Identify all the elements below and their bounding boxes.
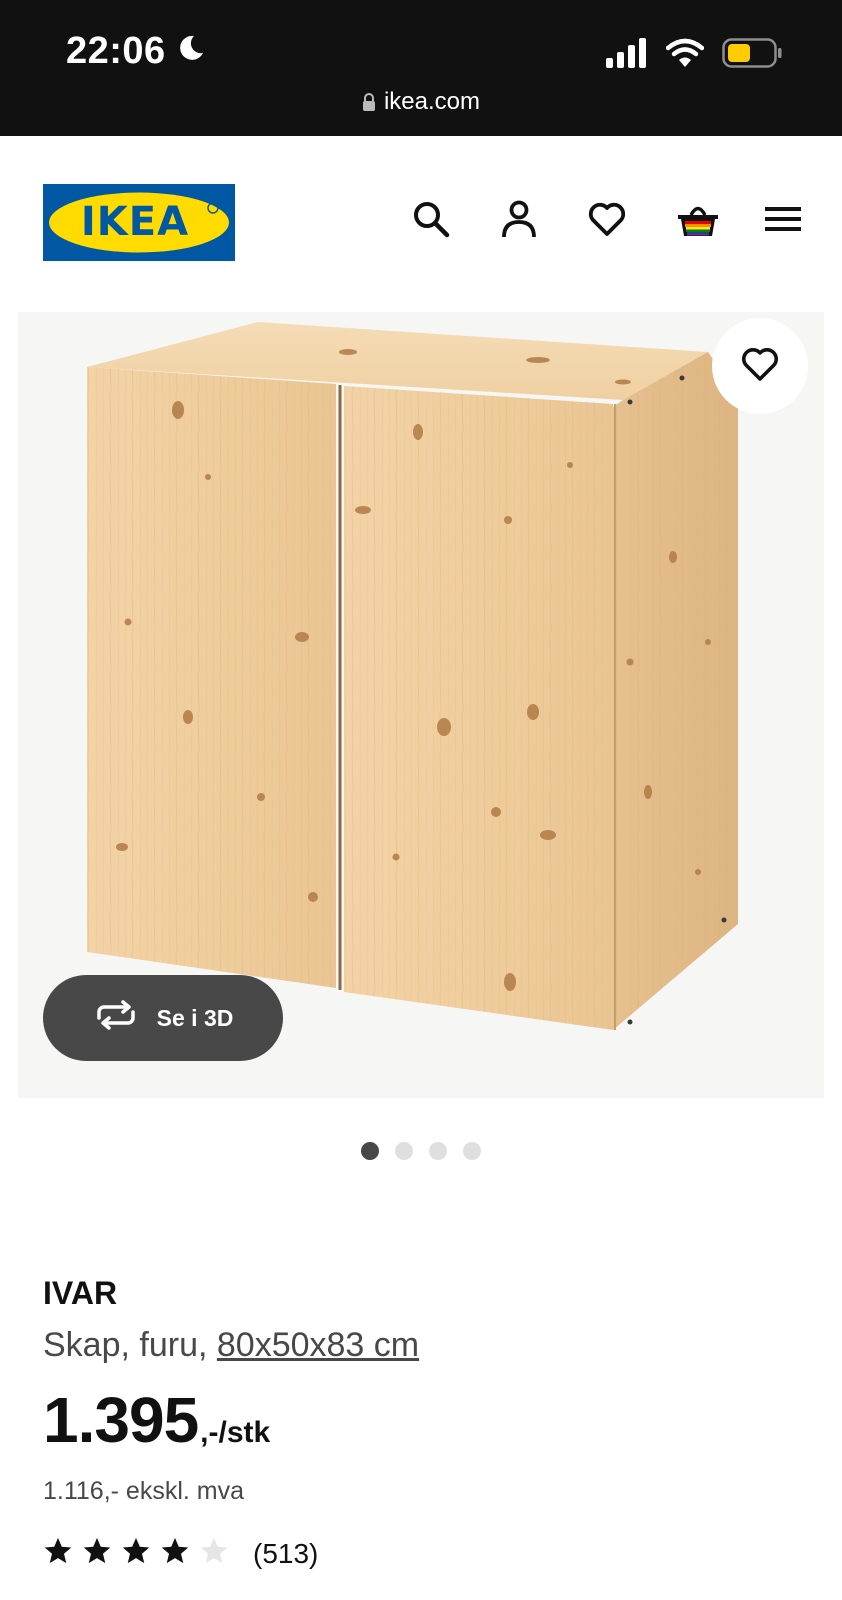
rotate-3d-icon bbox=[93, 1000, 139, 1036]
view-in-3d-button[interactable]: Se i 3D bbox=[43, 975, 283, 1061]
favorite-button[interactable] bbox=[712, 318, 808, 414]
product-description: Skap, furu, 80x50x83 cm bbox=[43, 1326, 803, 1365]
review-count[interactable]: (513) bbox=[253, 1538, 318, 1570]
product-dimensions-link[interactable]: 80x50x83 cm bbox=[217, 1326, 419, 1364]
signal-icon bbox=[606, 38, 648, 73]
product-type-text: Skap, furu, bbox=[43, 1326, 217, 1364]
heart-icon[interactable] bbox=[588, 200, 626, 238]
price-ex-vat: 1.116,- ekskl. mva bbox=[43, 1477, 245, 1505]
rating-stars bbox=[43, 1536, 229, 1571]
address-bar[interactable]: ikea.com bbox=[0, 88, 842, 118]
time-text: 22:06 bbox=[66, 30, 166, 72]
price-suffix: ,-/stk bbox=[200, 1416, 271, 1449]
pagination-dot-2[interactable] bbox=[395, 1142, 413, 1160]
heart-icon bbox=[740, 345, 780, 388]
gallery-pagination bbox=[0, 1142, 842, 1160]
search-icon[interactable] bbox=[412, 200, 450, 238]
star-filled-icon bbox=[43, 1536, 73, 1571]
star-filled-icon bbox=[121, 1536, 151, 1571]
header-actions bbox=[412, 200, 802, 238]
star-empty-icon bbox=[199, 1536, 229, 1571]
product-name: IVAR bbox=[43, 1275, 118, 1311]
ikea-logo[interactable]: IKEA bbox=[43, 184, 235, 261]
wifi-icon bbox=[665, 38, 705, 73]
price-integer: 1.395 bbox=[43, 1384, 199, 1456]
user-icon[interactable] bbox=[500, 200, 538, 238]
product-rating[interactable]: (513) bbox=[43, 1536, 803, 1571]
product-image-gallery[interactable]: Se i 3D bbox=[18, 312, 824, 1098]
star-filled-icon bbox=[82, 1536, 112, 1571]
url-text: ikea.com bbox=[383, 88, 481, 115]
moon-icon bbox=[176, 30, 206, 73]
lock-icon bbox=[362, 90, 376, 118]
star-filled-icon bbox=[160, 1536, 190, 1571]
pagination-dot-1[interactable] bbox=[361, 1142, 379, 1160]
battery-icon bbox=[722, 38, 782, 73]
pagination-dot-4[interactable] bbox=[463, 1142, 481, 1160]
product-price: 1.395 ,-/stk bbox=[43, 1383, 803, 1457]
pagination-dot-3[interactable] bbox=[429, 1142, 447, 1160]
status-bar: 22:06 ikea.com bbox=[0, 0, 842, 136]
status-time: 22:06 bbox=[66, 30, 206, 73]
view-in-3d-label: Se i 3D bbox=[156, 1004, 234, 1031]
status-icons bbox=[606, 38, 782, 73]
product-info: IVAR Skap, furu, 80x50x83 cm 1.395 ,-/st… bbox=[43, 1275, 803, 1571]
svg-text:IKEA: IKEA bbox=[81, 199, 189, 245]
basket-icon[interactable] bbox=[676, 200, 718, 238]
menu-icon[interactable] bbox=[764, 200, 802, 238]
site-header: IKEA bbox=[0, 136, 842, 298]
